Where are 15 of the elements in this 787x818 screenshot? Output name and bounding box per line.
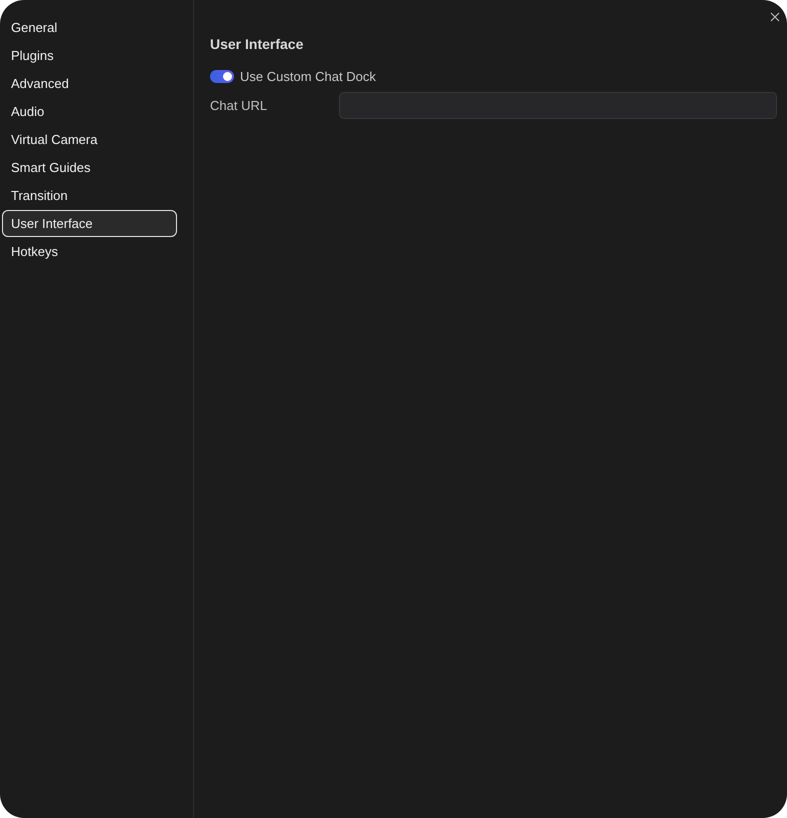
sidebar-item[interactable]: User Interface [2, 210, 177, 237]
sidebar-item[interactable]: Audio [2, 98, 177, 125]
sidebar-item[interactable]: Smart Guides [2, 154, 177, 181]
sidebar-item[interactable]: Virtual Camera [2, 126, 177, 153]
sidebar-item[interactable]: Advanced [2, 70, 177, 97]
field-label: Chat URL [210, 98, 268, 113]
close-icon[interactable] [770, 12, 780, 22]
url-field[interactable] [339, 92, 777, 119]
sidebar-item[interactable]: General [2, 14, 177, 41]
sidebar-item[interactable]: Transition [2, 182, 177, 209]
sidebar-item[interactable]: Hotkeys [2, 238, 177, 265]
toggle-switch[interactable] [210, 70, 234, 82]
sidebar-item[interactable]: Plugins [2, 42, 177, 69]
toggle-label: Use Custom Chat Dock [240, 68, 376, 84]
section-title: User Interface [210, 36, 304, 52]
